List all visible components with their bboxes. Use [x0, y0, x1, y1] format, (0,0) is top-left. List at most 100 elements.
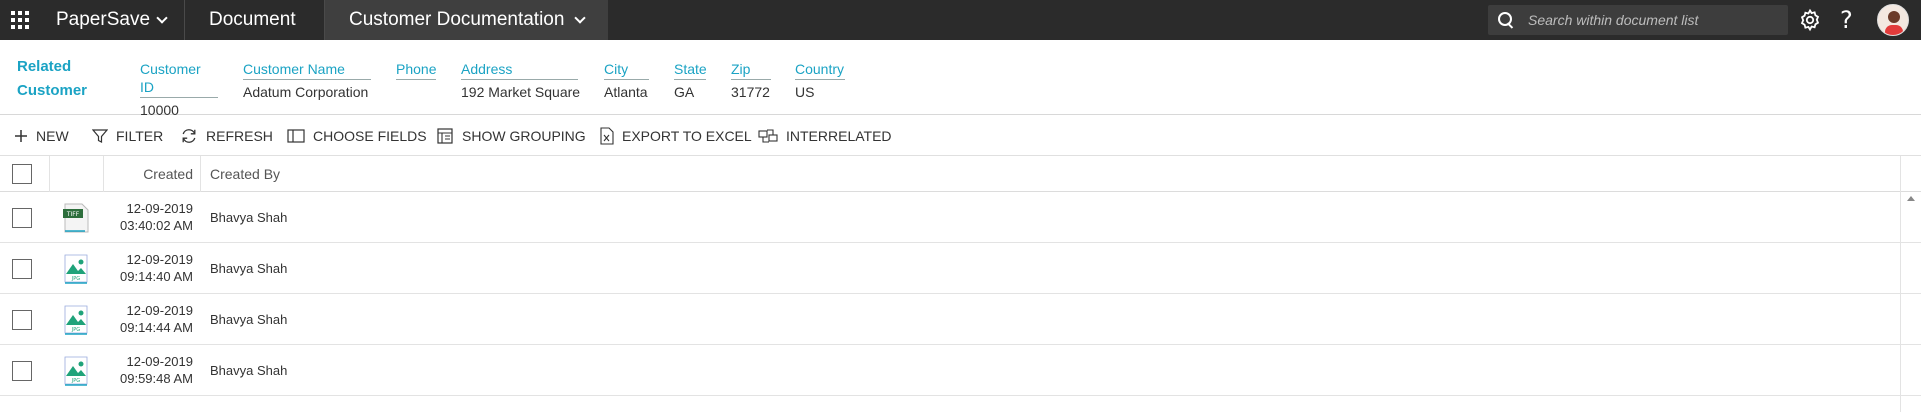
column-header-created[interactable]: Created	[104, 156, 193, 192]
app-switcher[interactable]: PaperSave	[56, 0, 168, 40]
field-label[interactable]: Address	[461, 60, 578, 80]
chevron-down-icon	[156, 12, 168, 24]
interrelated-button[interactable]: INTERRELATED	[758, 116, 892, 156]
tab-document-label: Document	[209, 9, 296, 30]
new-button-label: NEW	[36, 128, 69, 144]
created-time: 09:59:48 AM	[120, 371, 193, 386]
created-cell: 12-09-2019 03:40:02 AM	[100, 200, 193, 234]
scroll-up-arrow-icon[interactable]	[1907, 196, 1915, 201]
tab-customer-documentation-label: Customer Documentation	[349, 9, 565, 30]
created-cell: 12-09-2019 09:14:40 AM	[100, 251, 193, 285]
tab-document[interactable]: Document	[184, 0, 320, 40]
created-time: 09:14:44 AM	[120, 320, 193, 335]
table-row[interactable]: JPG 12-09-2019 09:14:44 AM Bhavya Shah	[0, 294, 1921, 345]
field-value: 192 Market Square	[461, 84, 581, 100]
tiff-icon-label: TIFF	[66, 211, 80, 218]
app-launcher-icon[interactable]	[0, 0, 40, 40]
table-row[interactable]: JPG 12-09-2019 09:14:40 AM Bhavya Shah	[0, 243, 1921, 294]
table-row[interactable]: JPG 12-09-2019 09:59:48 AM Bhavya Shah	[0, 345, 1921, 396]
created-date: 12-09-2019	[126, 354, 194, 369]
jpg-file-icon[interactable]: JPG	[62, 356, 90, 386]
row-checkbox[interactable]	[12, 361, 32, 381]
field-value: GA	[674, 84, 695, 100]
filter-button-label: FILTER	[116, 128, 164, 144]
column-divider	[49, 156, 50, 192]
related-title-line1: Related	[17, 58, 72, 75]
chevron-down-icon	[574, 12, 587, 24]
gear-icon[interactable]	[1798, 8, 1822, 32]
field-label[interactable]: Customer ID	[140, 60, 218, 98]
field-value: US	[795, 84, 815, 100]
column-divider	[200, 156, 201, 192]
help-icon[interactable]: ?	[1840, 6, 1864, 34]
row-checkbox[interactable]	[12, 259, 32, 279]
refresh-icon	[182, 129, 196, 143]
created-cell: 12-09-2019 09:59:48 AM	[100, 353, 193, 387]
field-phone: Phone	[396, 60, 436, 83]
top-navigation-bar: PaperSave Document Customer Documentatio…	[0, 0, 1921, 40]
interrelated-button-label: INTERRELATED	[786, 128, 892, 144]
jpg-icon-label: JPG	[71, 276, 80, 282]
avatar[interactable]	[1877, 4, 1909, 36]
filter-button[interactable]: FILTER	[92, 116, 163, 156]
jpg-icon-label: JPG	[71, 327, 80, 333]
command-toolbar: NEW FILTER REFRESH CHOOSE FIELDS SHOW GR…	[0, 116, 1921, 156]
created-cell: 12-09-2019 09:14:44 AM	[100, 302, 193, 336]
created-date: 12-09-2019	[126, 252, 194, 267]
created-by-cell: Bhavya Shah	[210, 261, 288, 276]
choose-fields-button[interactable]: CHOOSE FIELDS	[287, 116, 427, 156]
select-all-checkbox[interactable]	[12, 164, 32, 184]
search-input[interactable]	[1528, 12, 1778, 28]
interrelated-icon	[758, 129, 778, 143]
search-box	[1488, 5, 1788, 35]
field-label[interactable]: State	[674, 60, 707, 80]
field-state: State GA	[674, 60, 707, 101]
search-icon	[1498, 12, 1514, 28]
tiff-file-icon[interactable]: TIFF	[62, 203, 90, 233]
grid-header: Created Created By	[0, 156, 1921, 192]
refresh-button[interactable]: REFRESH	[180, 116, 273, 156]
field-customer-id: Customer ID 10000	[140, 60, 218, 119]
export-to-excel-button-label: EXPORT TO EXCEL	[622, 128, 752, 144]
field-label[interactable]: Country	[795, 60, 845, 80]
columns-icon	[287, 129, 305, 143]
excel-icon	[600, 127, 614, 145]
created-date: 12-09-2019	[126, 201, 194, 216]
new-button[interactable]: NEW	[14, 116, 69, 156]
field-address: Address 192 Market Square	[461, 60, 581, 101]
created-time: 09:14:40 AM	[120, 269, 193, 284]
choose-fields-button-label: CHOOSE FIELDS	[313, 128, 427, 144]
field-label[interactable]: City	[604, 60, 649, 80]
row-checkbox[interactable]	[12, 310, 32, 330]
tab-customer-documentation[interactable]: Customer Documentation	[324, 0, 609, 40]
jpg-file-icon[interactable]: JPG	[62, 305, 90, 335]
field-label[interactable]: Customer Name	[243, 60, 371, 80]
related-customer-panel: Related Customer Customer ID 10000 Custo…	[0, 40, 1921, 118]
show-grouping-button-label: SHOW GROUPING	[462, 128, 586, 144]
jpg-icon-label: JPG	[71, 378, 80, 384]
row-checkbox[interactable]	[12, 208, 32, 228]
plus-icon	[15, 130, 27, 142]
created-time: 03:40:02 AM	[120, 218, 193, 233]
created-by-cell: Bhavya Shah	[210, 210, 288, 225]
vertical-scrollbar[interactable]	[1900, 156, 1921, 412]
show-grouping-button[interactable]: SHOW GROUPING	[436, 116, 586, 156]
export-to-excel-button[interactable]: EXPORT TO EXCEL	[600, 116, 752, 156]
related-title-line2: Customer	[17, 82, 88, 99]
related-customer-title: Related Customer	[17, 55, 87, 103]
field-label[interactable]: Zip	[731, 60, 771, 80]
field-country: Country US	[795, 60, 845, 101]
field-value: Adatum Corporation	[243, 84, 369, 100]
column-header-created-by[interactable]: Created By	[210, 156, 280, 192]
field-value: Atlanta	[604, 84, 648, 100]
jpg-file-icon[interactable]: JPG	[62, 254, 90, 284]
created-date: 12-09-2019	[126, 303, 194, 318]
created-by-cell: Bhavya Shah	[210, 312, 288, 327]
filter-icon	[92, 129, 108, 143]
field-label[interactable]: Phone	[396, 60, 436, 80]
table-row[interactable]: TIFF 12-09-2019 03:40:02 AM Bhavya Shah	[0, 192, 1921, 243]
field-customer-name: Customer Name Adatum Corporation	[243, 60, 371, 101]
created-by-cell: Bhavya Shah	[210, 363, 288, 378]
document-grid: Created Created By TIFF 12-09-2019 03:40…	[0, 156, 1921, 396]
grouping-icon	[437, 128, 453, 144]
